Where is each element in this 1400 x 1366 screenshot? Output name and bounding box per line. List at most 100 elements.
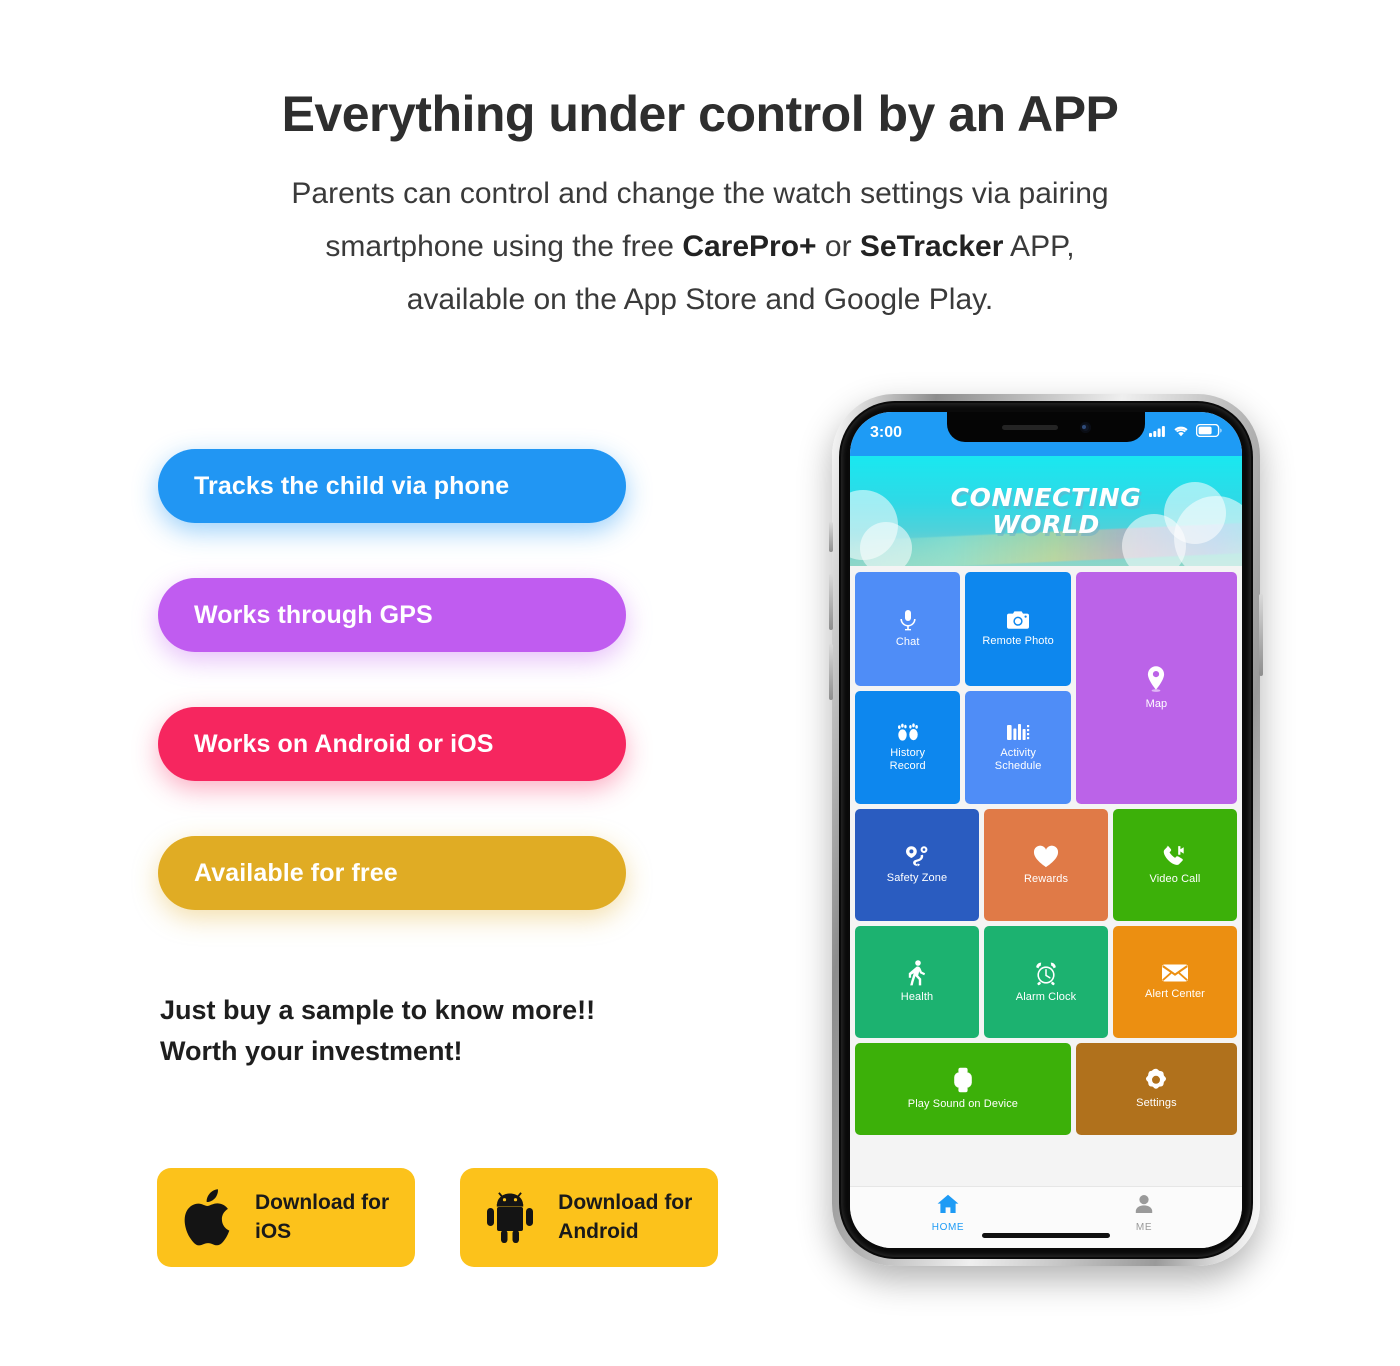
tile-video-call[interactable]: Video Call	[1113, 809, 1237, 921]
phone-mockup: 3:00 CONNECTING WORLD Chat Remote Photo …	[829, 394, 1263, 1266]
app-hero-banner: CONNECTING WORLD	[850, 456, 1242, 566]
brand-carepro: CarePro+	[682, 229, 817, 263]
feature-pill-label: Available for free	[194, 858, 398, 887]
chart-bars-icon	[1006, 722, 1030, 742]
tile-row-2: History Record Activity Schedule	[855, 690, 1071, 804]
tile-safety-zone[interactable]: Safety Zone	[855, 809, 979, 921]
cellular-signal-icon	[1149, 424, 1166, 442]
feature-pill-label: Works through GPS	[194, 600, 433, 629]
apple-icon	[179, 1187, 235, 1249]
watch-icon	[952, 1067, 974, 1093]
phone-screen: 3:00 CONNECTING WORLD Chat Remote Photo …	[850, 412, 1242, 1248]
bottom-tab-bar: HOME ME	[850, 1186, 1242, 1248]
subtitle-line-2a: smartphone using the free	[325, 229, 683, 263]
wifi-icon	[1173, 424, 1189, 442]
earpiece-speaker	[1001, 424, 1058, 430]
phone-volume-down[interactable]	[829, 644, 833, 700]
home-icon	[937, 1194, 959, 1219]
status-bar-icons	[1149, 423, 1222, 442]
tile-label: Map	[1145, 698, 1168, 711]
phone-volume-up[interactable]	[829, 574, 833, 630]
tile-label: Alarm Clock	[1015, 990, 1077, 1003]
tile-label: Activity Schedule	[994, 747, 1042, 772]
geofence-icon	[904, 845, 930, 867]
tile-activity-schedule[interactable]: Activity Schedule	[965, 690, 1071, 804]
gear-icon	[1144, 1068, 1168, 1092]
tab-label: ME	[1135, 1222, 1153, 1233]
home-indicator[interactable]	[982, 1233, 1110, 1238]
android-icon	[482, 1187, 538, 1249]
tile-remote-photo[interactable]: Remote Photo	[965, 572, 1071, 686]
alarm-clock-icon	[1033, 961, 1059, 986]
tile-map[interactable]: Map	[1075, 572, 1237, 804]
heart-icon	[1033, 845, 1059, 868]
envelope-icon	[1161, 963, 1189, 983]
tile-label: History Record	[889, 747, 926, 772]
banner-title-line-2: WORLD	[992, 510, 1100, 539]
tile-label: Rewards	[1023, 872, 1069, 885]
store-button-row: Download for iOS Download for Android	[157, 1168, 719, 1267]
status-bar-clock: 3:00	[870, 424, 903, 441]
phone-power-button[interactable]	[1259, 594, 1263, 676]
tile-settings[interactable]: Settings	[1075, 1043, 1237, 1135]
tile-label: Remote Photo	[982, 634, 1054, 647]
tile-label: Alert Center	[1145, 988, 1205, 1001]
phone-mute-switch[interactable]	[829, 522, 833, 552]
feature-pill-label: Tracks the child via phone	[194, 471, 510, 500]
banner-title-line-1: CONNECTING	[950, 483, 1142, 512]
cloud-decoration	[860, 522, 912, 566]
status-bar: 3:00	[850, 412, 1242, 456]
camera-icon	[1006, 610, 1030, 630]
tile-label: Safety Zone	[886, 872, 948, 885]
tile-row-4: Health Alarm Clock Alert Center	[855, 926, 1237, 1038]
front-camera-icon	[1079, 421, 1091, 433]
tile-label: Health	[900, 991, 934, 1004]
subtitle-conjunction: or	[816, 229, 860, 263]
download-android-button[interactable]: Download for Android	[460, 1168, 719, 1267]
footprints-icon	[896, 722, 920, 742]
header: Everything under control by an APP Paren…	[0, 0, 1400, 327]
subtitle-line-2: smartphone using the free CarePro+ or Se…	[0, 220, 1400, 273]
subtitle-line-1: Parents can control and change the watch…	[291, 176, 1109, 210]
subtitle-line-2c: APP,	[1003, 229, 1075, 263]
tile-label: Play Sound on Device	[907, 1098, 1019, 1111]
tile-row-1: Chat Remote Photo	[855, 572, 1071, 686]
subtitle-line-3: available on the App Store and Google Pl…	[406, 283, 994, 317]
tile-label: Settings	[1136, 1097, 1177, 1110]
tile-history-record[interactable]: History Record	[855, 690, 961, 804]
tile-health[interactable]: Health	[855, 926, 979, 1038]
feature-pill-tracks-child[interactable]: Tracks the child via phone	[158, 449, 626, 523]
tile-chat[interactable]: Chat	[855, 572, 961, 686]
phone-notch	[947, 412, 1145, 442]
tile-grid-top-section: Chat Remote Photo History Record Activit…	[855, 572, 1237, 804]
tile-row-5: Play Sound on Device Settings	[855, 1043, 1237, 1135]
download-ios-label: Download for iOS	[255, 1190, 390, 1243]
page-root: Everything under control by an APP Paren…	[0, 0, 1400, 1366]
page-subtitle: Parents can control and change the watch…	[0, 167, 1400, 327]
download-android-label: Download for Android	[558, 1190, 693, 1243]
feature-pill-gps[interactable]: Works through GPS	[158, 578, 626, 652]
video-call-icon	[1162, 845, 1188, 868]
tile-grid-left-pair: Chat Remote Photo History Record Activit…	[855, 572, 1071, 804]
banner-title: CONNECTING WORLD	[951, 484, 1142, 538]
person-icon	[1134, 1194, 1154, 1219]
battery-icon	[1195, 423, 1222, 442]
tagline: Just buy a sample to know more!! Worth y…	[160, 990, 595, 1072]
feature-pill-label: Works on Android or iOS	[194, 729, 494, 758]
tile-alert-center[interactable]: Alert Center	[1113, 926, 1237, 1038]
feature-pill-list: Tracks the child via phone Works through…	[158, 449, 628, 965]
tile-rewards[interactable]: Rewards	[984, 809, 1108, 921]
feature-pill-platforms[interactable]: Works on Android or iOS	[158, 707, 626, 781]
map-pin-icon	[1145, 665, 1167, 693]
tile-label: Chat	[895, 635, 920, 648]
tile-row-3: Safety Zone Rewards Video Call	[855, 809, 1237, 921]
tile-label: Video Call	[1149, 872, 1201, 885]
tab-label: HOME	[931, 1222, 965, 1233]
app-tile-grid: Chat Remote Photo History Record Activit…	[850, 566, 1242, 1186]
tile-alarm-clock[interactable]: Alarm Clock	[984, 926, 1108, 1038]
download-ios-button[interactable]: Download for iOS	[157, 1168, 416, 1267]
tile-play-sound-on-device[interactable]: Play Sound on Device	[855, 1043, 1071, 1135]
brand-setracker: SeTracker	[859, 229, 1004, 263]
walking-icon	[907, 960, 927, 986]
feature-pill-free[interactable]: Available for free	[158, 836, 626, 910]
